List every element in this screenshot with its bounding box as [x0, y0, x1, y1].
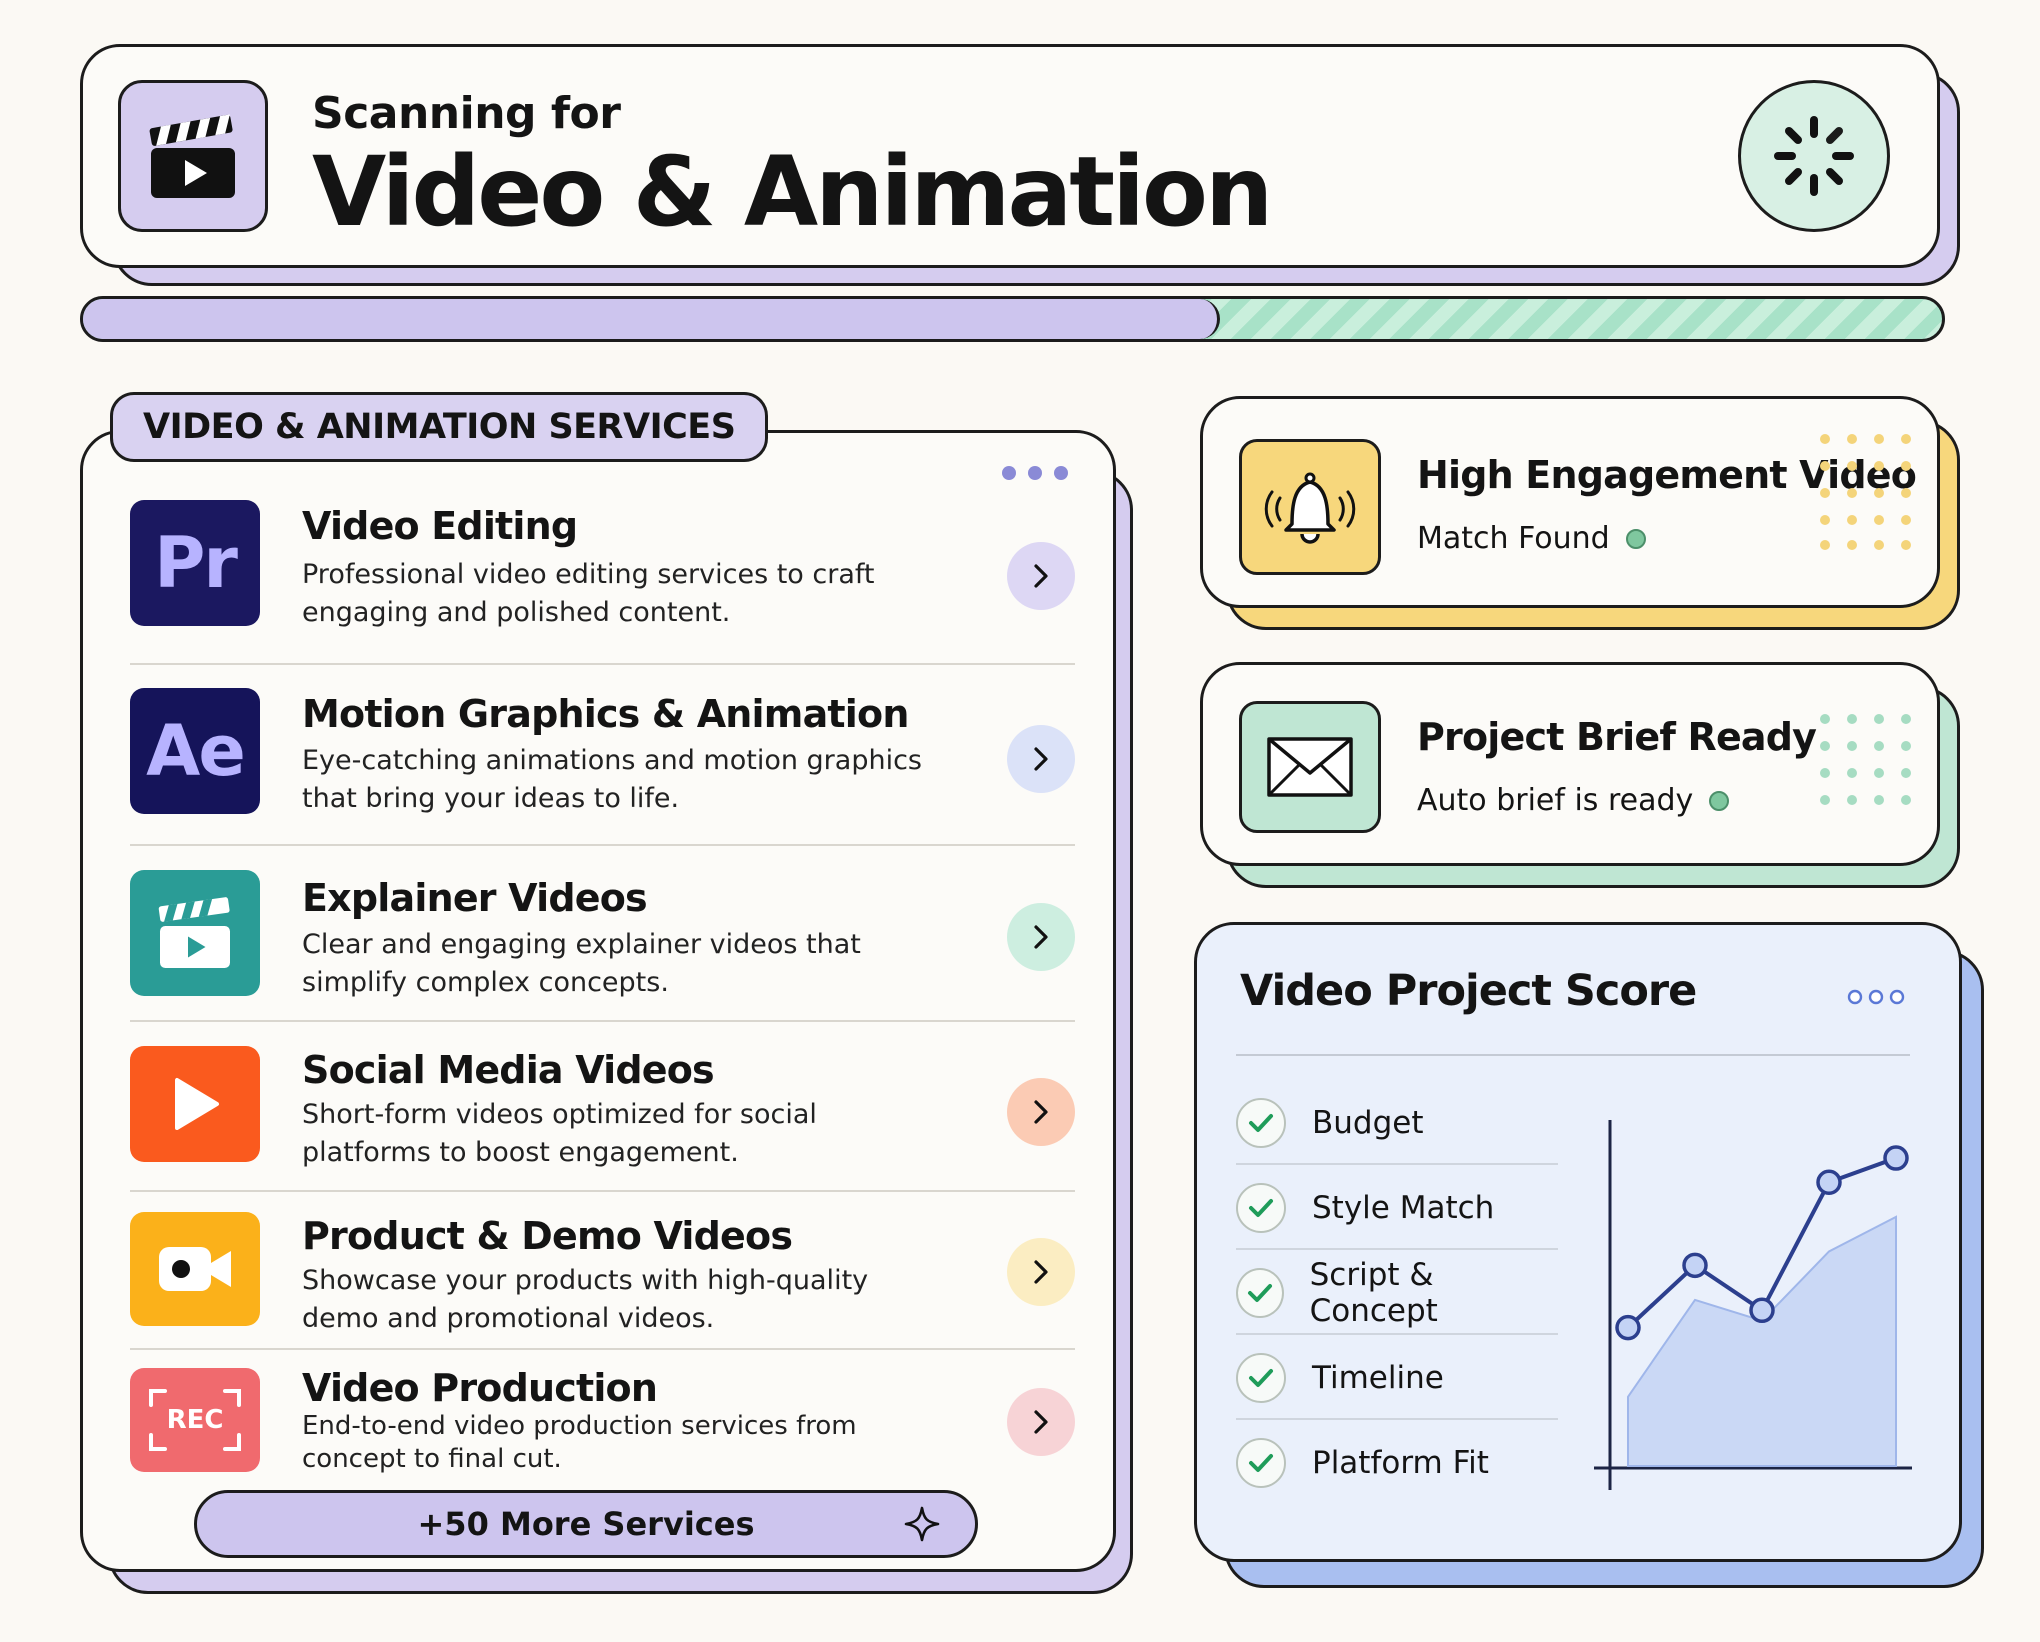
- check-icon: [1236, 1267, 1284, 1318]
- score-divider: [1236, 1054, 1910, 1056]
- chart-point: [1883, 1145, 1909, 1171]
- check-icon: [1236, 1097, 1286, 1148]
- services-tab[interactable]: VIDEO & ANIMATION SERVICES: [110, 392, 769, 462]
- service-description: Showcase your products with high-quality…: [302, 1265, 869, 1334]
- sparkle-icon: [904, 1506, 940, 1542]
- service-video-editing[interactable]: Pr Video Editing Professional video edit…: [130, 500, 1075, 670]
- chevron-right-icon[interactable]: [1007, 1238, 1075, 1306]
- dot-pattern-icon: [1820, 714, 1911, 805]
- row-divider: [130, 663, 1075, 665]
- chart-point: [1682, 1252, 1708, 1279]
- premiere-pro-icon: Pr: [130, 500, 260, 626]
- check-label: Script & Concept: [1309, 1256, 1438, 1329]
- service-explainer-videos[interactable]: Explainer Videos Clear and engaging expl…: [130, 870, 1075, 1026]
- check-item-style-match: Style Match: [1236, 1165, 1558, 1250]
- alert-subtitle-text: Match Found: [1417, 521, 1610, 556]
- check-icon: [1236, 1437, 1286, 1488]
- check-item-timeline: Timeline: [1236, 1335, 1558, 1420]
- alert-subtitle: Match Found: [1417, 521, 1646, 556]
- header-kicker: Scanning for: [312, 88, 621, 139]
- check-label: Platform Fit: [1312, 1444, 1489, 1481]
- service-title: Social Media Videos: [302, 1048, 715, 1092]
- row-divider: [130, 1020, 1075, 1022]
- chevron-right-icon[interactable]: [1007, 1388, 1075, 1456]
- bell-icon: [1239, 439, 1381, 575]
- scan-progress-bar: [80, 296, 1945, 342]
- more-options-icon[interactable]: [1846, 988, 1906, 1006]
- alert-subtitle-text: Auto brief is ready: [1417, 783, 1694, 818]
- chevron-right-icon[interactable]: [1007, 542, 1075, 610]
- check-label: Budget: [1312, 1104, 1424, 1141]
- rec-icon: REC: [130, 1368, 260, 1472]
- score-title: Video Project Score: [1240, 966, 1697, 1016]
- score-line-chart: [1594, 1120, 1912, 1490]
- more-services-label: +50 More Services: [417, 1505, 755, 1543]
- header-clapperboard-badge: [118, 80, 268, 232]
- chart-area-series: [1627, 1215, 1897, 1467]
- service-description: Clear and engaging explainer videos that…: [302, 929, 861, 998]
- check-icon: [1236, 1352, 1286, 1403]
- loading-spinner: [1738, 80, 1890, 232]
- chart-point: [1749, 1297, 1775, 1324]
- row-divider: [130, 844, 1075, 846]
- premiere-pro-icon-text: Pr: [154, 522, 238, 604]
- check-item-platform-fit: Platform Fit: [1236, 1420, 1558, 1505]
- dot-pattern-icon: [1820, 434, 1911, 550]
- scan-progress-fill: [83, 299, 1220, 339]
- more-services-button[interactable]: +50 More Services: [194, 1490, 978, 1558]
- spinner-icon: [1774, 116, 1854, 196]
- chart-point: [1816, 1169, 1842, 1196]
- service-title: Video Editing: [302, 504, 578, 548]
- engagement-alert-card[interactable]: High Engagement Video Match Found: [1200, 396, 1940, 608]
- after-effects-icon-text: Ae: [146, 710, 246, 792]
- service-title: Video Production: [302, 1366, 658, 1410]
- check-label: Timeline: [1312, 1359, 1444, 1396]
- chevron-right-icon[interactable]: [1007, 903, 1075, 971]
- page-title: Video & Animation: [312, 136, 1273, 248]
- service-description: End-to-end video production services fro…: [302, 1411, 857, 1474]
- rec-text: REC: [166, 1405, 224, 1435]
- service-title: Motion Graphics & Animation: [302, 692, 909, 736]
- check-label: Style Match: [1312, 1189, 1495, 1226]
- service-motion-graphics[interactable]: Ae Motion Graphics & Animation Eye-catch…: [130, 688, 1075, 848]
- bell-glyph: [1264, 472, 1356, 544]
- chart-point: [1615, 1314, 1641, 1341]
- chevron-right-icon[interactable]: [1007, 1078, 1075, 1146]
- play-icon: [130, 1046, 260, 1162]
- status-dot-icon: [1625, 528, 1646, 549]
- service-description: Eye-catching animations and motion graph…: [302, 745, 922, 814]
- check-icon: [1236, 1182, 1286, 1233]
- more-options-icon[interactable]: [1002, 466, 1068, 480]
- row-divider: [130, 1348, 1075, 1350]
- video-camera-icon: [130, 1212, 260, 1326]
- status-dot-icon: [1709, 790, 1730, 811]
- service-description: Short-form videos optimized for social p…: [302, 1099, 817, 1168]
- play-glyph: [175, 1078, 219, 1130]
- service-title: Product & Demo Videos: [302, 1214, 793, 1258]
- service-description: Professional video editing services to c…: [302, 559, 875, 628]
- service-social-media-videos[interactable]: Social Media Videos Short-form videos op…: [130, 1046, 1075, 1196]
- clapperboard-icon: [130, 870, 260, 996]
- after-effects-icon: Ae: [130, 688, 260, 814]
- clapperboard-icon: [149, 114, 235, 198]
- service-title: Explainer Videos: [302, 876, 648, 920]
- chevron-right-icon[interactable]: [1007, 725, 1075, 793]
- service-video-production[interactable]: REC Video Production End-to-end video pr…: [130, 1366, 1075, 1478]
- envelope-icon: [1239, 701, 1381, 833]
- service-product-demo-videos[interactable]: Product & Demo Videos Showcase your prod…: [130, 1212, 1075, 1354]
- alert-title: Project Brief Ready: [1417, 715, 1817, 759]
- brief-alert-card[interactable]: Project Brief Ready Auto brief is ready: [1200, 662, 1940, 866]
- alert-subtitle: Auto brief is ready: [1417, 783, 1730, 818]
- envelope-glyph: [1267, 737, 1353, 797]
- check-item-budget: Budget: [1236, 1080, 1558, 1165]
- check-item-script-concept: Script & Concept: [1236, 1250, 1558, 1335]
- clapperboard-glyph: [158, 897, 230, 968]
- video-camera-glyph: [159, 1247, 231, 1291]
- row-divider: [130, 1190, 1075, 1192]
